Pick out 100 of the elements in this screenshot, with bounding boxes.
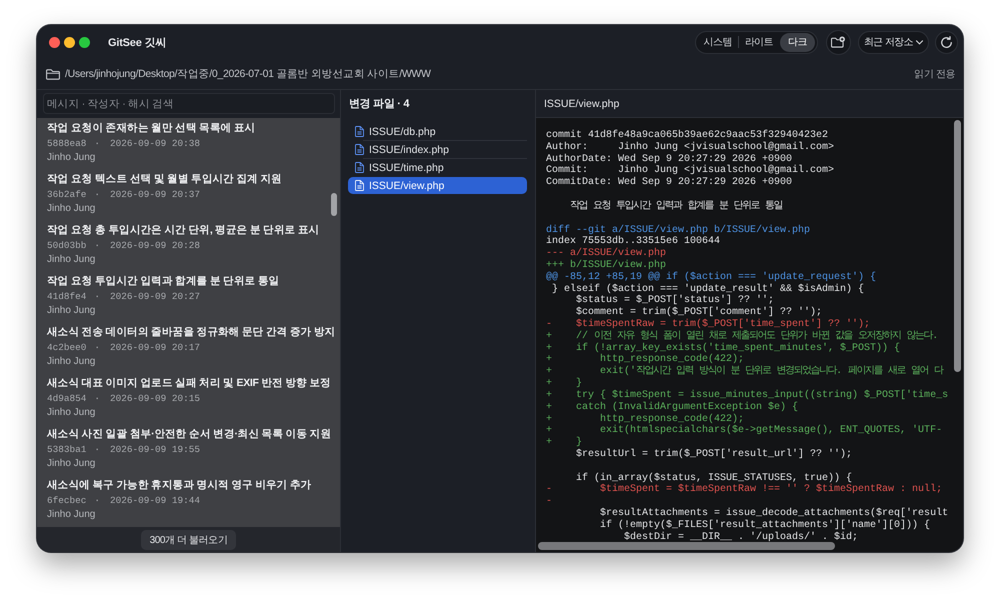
folder-plus-icon: [831, 36, 846, 48]
code-line: + try { $timeSpent = issue_minutes_input((string) $_POST['time_s: [546, 390, 948, 402]
code-line: if (in_array($status, ISSUE_STATUSES, true)) {: [575, 472, 852, 484]
diff-file-name: ISSUE/view.php: [544, 98, 620, 110]
commit-author: Jinho Jung: [47, 151, 96, 165]
zoom-window-icon[interactable]: [79, 36, 90, 48]
file-item[interactable]: ISSUE/db.php: [348, 123, 527, 140]
code-line: + if (!array_key_exists('time_spent_minutes', $_POST)) {: [546, 342, 900, 354]
code-line: + }: [546, 437, 582, 448]
commit-title[interactable]: 작업 요청 총 투입시간은 시간 단위, 평균은 분 단위로 표시: [47, 223, 320, 238]
code-line: + }: [546, 378, 582, 390]
add-folder-button[interactable]: [826, 30, 851, 54]
commit-date: 2026-09-09 19:55: [110, 444, 200, 455]
code-line: 작업 요청 투입시간 입력과 합계를 분 단위로 통일: [569, 200, 782, 213]
code-line: -: [546, 496, 552, 508]
code-line: + // 이전 자유 형식 폼이 열린 채로 제출되어도 단위가 바뀐 값을 오저장하지 않는다.: [546, 330, 938, 342]
code-line: +++ b/ISSUE/view.php: [546, 260, 666, 272]
code-line: @@ -85,12 +85,19 @@ if ($action === 'update_request') {: [546, 272, 876, 284]
document-icon: [355, 126, 364, 137]
commit-title[interactable]: 작업 요청 투입시간 입력과 합계를 분 단위로 통일: [47, 274, 280, 289]
code-line: - $timeSpentRaw = trim($_POST['time_spent'] ?? '');: [546, 319, 870, 330]
code-line: + exit('작업시간 입력 방식이 분 단위로 변경되었습니다. 페이지를 새로 열어 다: [546, 366, 943, 378]
document-icon: [355, 162, 364, 173]
commit-title[interactable]: 작업 요청 텍스트 선택 및 월별 투입시간 집계 지원: [47, 172, 282, 187]
meta-separator: ·: [94, 342, 100, 353]
code-line: + http_response_code(422);: [546, 354, 744, 366]
code-line: AuthorDate: Wed Sep 9 20:27:29 2026 +0900: [546, 154, 792, 165]
commit-date: 2026-09-09 20:27: [110, 291, 200, 302]
meta-separator: ·: [94, 495, 100, 506]
search-field[interactable]: 메시지 · 작성자 · 해시 검색: [43, 93, 335, 114]
code-line: + catch (InvalidArgumentException $e) {: [546, 402, 798, 414]
close-window-icon[interactable]: [49, 36, 60, 48]
code-line: $comment = trim($_POST['comment'] ?? '');: [575, 307, 822, 318]
refresh-icon: [941, 36, 952, 48]
code-line: + exit(htmlspecialchars($e->getMessage(), ENT_QUOTES, 'UTF-: [546, 425, 942, 436]
read-only-label: 읽기 전용: [914, 68, 955, 81]
load-more-button[interactable]: 300개 더 불러오기: [140, 530, 236, 550]
commit-title[interactable]: 새소식 전송 데이터의 줄바꿈을 정규화해 문단 간격 증가 방지: [47, 325, 336, 340]
commit-author: Jinho Jung: [47, 508, 96, 522]
commit-date: 2026-09-09 19:44: [110, 495, 200, 506]
commit-hash: 50d03bb: [47, 240, 86, 251]
commit-author: Jinho Jung: [47, 304, 96, 318]
commit-title[interactable]: 작업 요청이 존재하는 월만 선택 목록에 표시: [47, 121, 256, 136]
commit-hash: 5383ba1: [47, 444, 86, 455]
code-line: + http_response_code(422);: [546, 414, 744, 424]
meta-separator: ·: [94, 444, 100, 455]
scrollbar-thumb[interactable]: [331, 193, 337, 216]
file-item[interactable]: ISSUE/view.php: [348, 177, 527, 194]
code-line: index 75553db..33515e6 100644: [546, 236, 720, 248]
commit-date: 2026-09-09 20:37: [110, 189, 200, 200]
commit-hash: 36b2afe: [47, 189, 86, 200]
commit-hash: 4c2bee0: [47, 342, 86, 353]
code-line: --- a/ISSUE/view.php: [546, 248, 666, 260]
commit-date: 2026-09-09 20:38: [110, 138, 200, 149]
theme-option[interactable]: 다크: [780, 32, 815, 52]
document-icon: [355, 144, 364, 155]
commit-author: Jinho Jung: [47, 355, 96, 369]
theme-option[interactable]: 라이트: [738, 32, 779, 52]
code-line: $destDir = __DIR__ . '/uploads/' . $id;: [623, 532, 858, 544]
commit-author: Jinho Jung: [47, 253, 96, 267]
commit-author: Jinho Jung: [47, 406, 96, 420]
code-line: diff --git a/ISSUE/view.php b/ISSUE/view.php: [546, 224, 810, 236]
repository-path: /Users/jinhojung/Desktop/작업중/0_2026-07-01 골롬반 외방선교회 사이트/WWW: [65, 67, 431, 81]
code-line: if (!empty($_FILES['result_attachments']['name'][0])) {: [599, 520, 930, 532]
commit-title[interactable]: 새소식 사진 일괄 첨부·안전한 순서 변경·최신 목록 이동 지원: [47, 427, 332, 442]
code-line: $status = $_POST['status'] ?? '';: [575, 295, 774, 306]
meta-separator: ·: [94, 138, 100, 149]
commit-hash: 6fecbec: [47, 495, 86, 506]
scrollbar-thumb[interactable]: [538, 542, 835, 550]
commit-title[interactable]: 새소식에 복구 가능한 휴지통과 명시적 영구 비우기 추가: [47, 478, 312, 493]
meta-separator: ·: [94, 240, 100, 251]
file-item[interactable]: ISSUE/time.php: [348, 159, 527, 176]
commit-date: 2026-09-09 20:17: [110, 342, 200, 353]
code-line: $resultUrl = trim($_POST['result_url'] ?? '');: [575, 448, 852, 461]
file-item[interactable]: ISSUE/index.php: [348, 141, 527, 158]
code-line: commit 41d8fe48a9ca065b39ae62c9aac53f32940423e2: [546, 130, 828, 142]
commit-date: 2026-09-09 20:28: [110, 240, 200, 251]
refresh-button[interactable]: [935, 30, 958, 54]
code-line: $resultAttachments = issue_decode_attachments($req['result: [599, 508, 948, 520]
folder-icon: [46, 68, 60, 80]
commit-hash: 41d8fe4: [47, 291, 86, 302]
meta-separator: ·: [94, 393, 100, 404]
scrollbar-thumb[interactable]: [954, 120, 961, 372]
commit-title[interactable]: 새소식 대표 이미지 업로드 실패 처리 및 EXIF 반전 방향 보정: [47, 376, 331, 391]
recent-repositories-button[interactable]: 최근 저장소: [858, 30, 929, 54]
theme-option[interactable]: 시스템: [698, 32, 738, 52]
code-line: - $timeSpent = $timeSpentRaw !== '' ? $timeSpentRaw : null;: [546, 484, 942, 496]
commit-author: Jinho Jung: [47, 457, 96, 471]
commit-hash: 5888ea8: [47, 138, 86, 149]
window-title: GitSee 깃씨: [108, 36, 166, 50]
minimize-window-icon[interactable]: [64, 36, 75, 48]
code-line: Author: Jinho Jung <jvisualschool@gmail.com>: [546, 142, 834, 154]
commit-author: Jinho Jung: [47, 202, 96, 216]
commit-hash: 4d9a854: [47, 393, 86, 404]
chevron-down-icon: [916, 40, 923, 44]
meta-separator: ·: [94, 291, 100, 302]
code-line: CommitDate: Wed Sep 9 20:27:29 2026 +0900: [546, 177, 792, 190]
document-icon: [355, 180, 364, 191]
commit-date: 2026-09-09 20:15: [110, 393, 200, 404]
code-line: } elseif ($action === 'update_result' && $isAdmin) {: [551, 284, 864, 295]
